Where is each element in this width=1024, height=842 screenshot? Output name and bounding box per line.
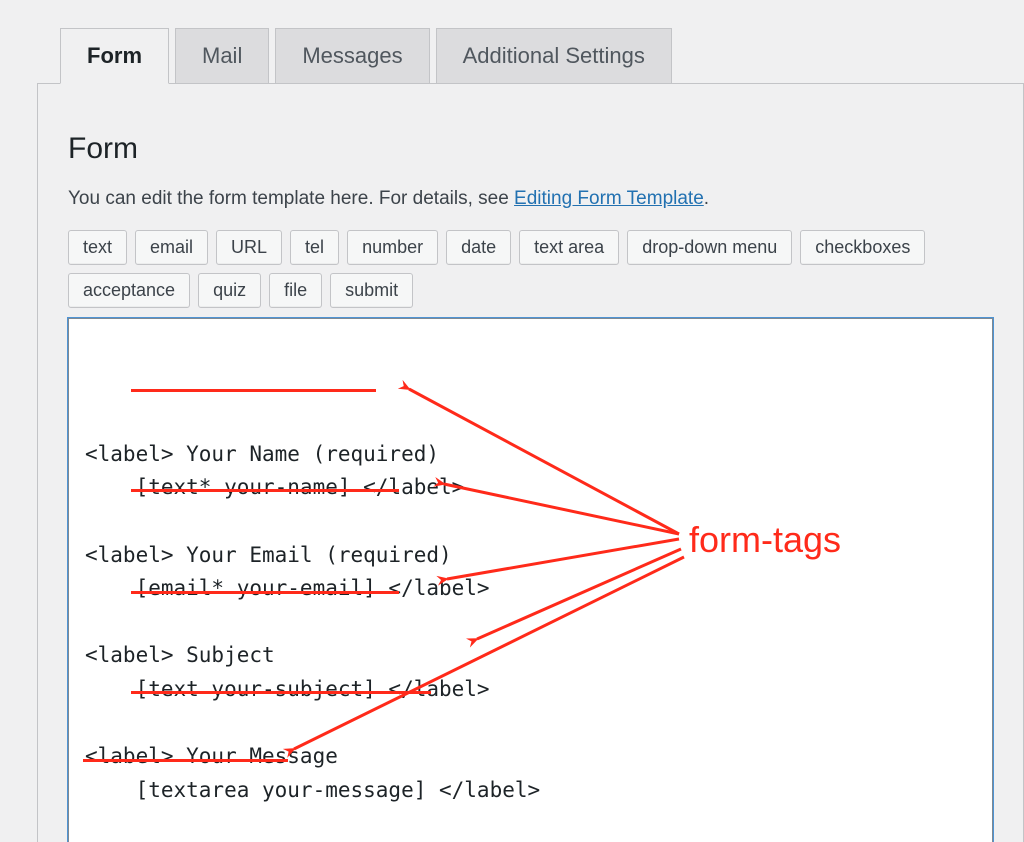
underline-3 xyxy=(131,591,399,594)
help-text: You can edit the form template here. For… xyxy=(68,188,993,210)
tag-button-checkboxes[interactable]: checkboxes xyxy=(800,230,925,265)
tag-button-submit[interactable]: submit xyxy=(330,273,413,308)
help-suffix: . xyxy=(704,188,709,209)
tag-button-tel[interactable]: tel xyxy=(290,230,339,265)
underline-4 xyxy=(131,691,431,694)
tab-mail[interactable]: Mail xyxy=(175,28,269,84)
tag-buttons-row-1: textemailURLtelnumberdatetext areadrop-d… xyxy=(68,230,993,265)
underline-1 xyxy=(131,389,376,392)
tab-bar: FormMailMessagesAdditional Settings xyxy=(0,0,1024,84)
form-template-editor[interactable]: <label> Your Name (required) [text* your… xyxy=(68,318,993,842)
tag-buttons-row-2: acceptancequizfilesubmit xyxy=(68,273,993,308)
tab-additional-settings[interactable]: Additional Settings xyxy=(436,28,672,84)
section-title: Form xyxy=(68,132,993,166)
tag-button-file[interactable]: file xyxy=(269,273,322,308)
tag-button-quiz[interactable]: quiz xyxy=(198,273,261,308)
underline-5 xyxy=(83,759,288,762)
help-prefix: You can edit the form template here. For… xyxy=(68,188,514,209)
editor-line xyxy=(85,807,976,841)
tab-messages[interactable]: Messages xyxy=(275,28,429,84)
tag-button-acceptance[interactable]: acceptance xyxy=(68,273,190,308)
tag-button-text[interactable]: text xyxy=(68,230,127,265)
help-link[interactable]: Editing Form Template xyxy=(514,188,704,209)
tag-button-text-area[interactable]: text area xyxy=(519,230,619,265)
tag-button-email[interactable]: email xyxy=(135,230,208,265)
annotation-label: form-tags xyxy=(689,511,841,569)
tag-button-number[interactable]: number xyxy=(347,230,438,265)
tag-button-url[interactable]: URL xyxy=(216,230,282,265)
app-window: FormMailMessagesAdditional Settings Form… xyxy=(0,0,1024,842)
underline-2 xyxy=(131,489,399,492)
tab-form[interactable]: Form xyxy=(60,28,169,84)
panel-form: Form You can edit the form template here… xyxy=(37,83,1024,842)
tag-button-drop-down-menu[interactable]: drop-down menu xyxy=(627,230,792,265)
tag-button-date[interactable]: date xyxy=(446,230,511,265)
